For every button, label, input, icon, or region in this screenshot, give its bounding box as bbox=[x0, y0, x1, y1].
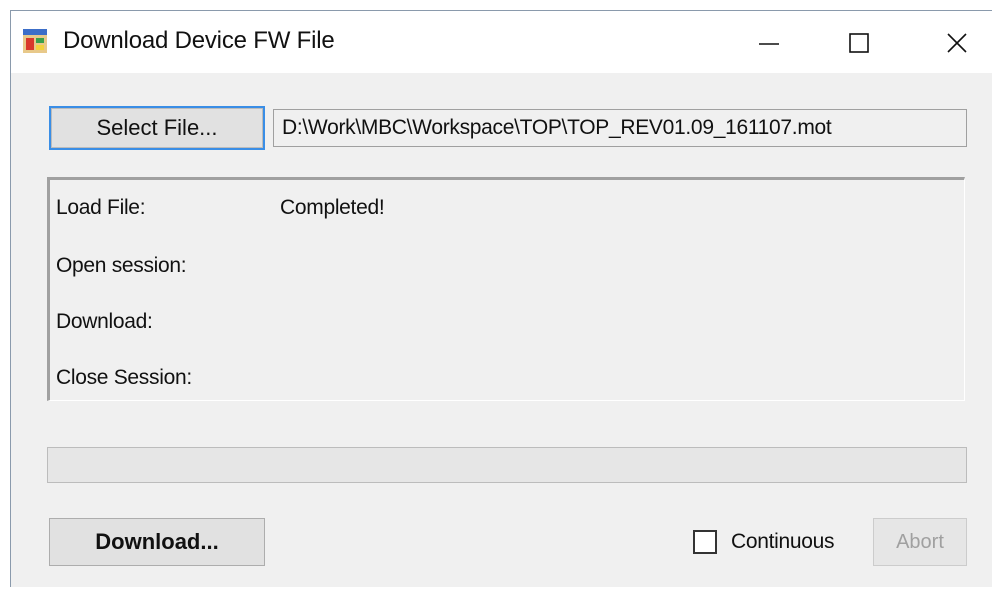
load-file-label: Load File: bbox=[56, 196, 146, 219]
close-icon bbox=[947, 33, 967, 53]
maximize-icon bbox=[849, 33, 869, 53]
minimize-button[interactable] bbox=[741, 21, 797, 65]
select-file-button[interactable]: Select File... bbox=[49, 106, 265, 150]
abort-button[interactable]: Abort bbox=[873, 518, 967, 566]
load-file-status: Completed! bbox=[280, 196, 385, 219]
dialog-client-area: Select File... Load File: Completed! Ope… bbox=[11, 73, 992, 587]
open-session-label: Open session: bbox=[56, 254, 187, 277]
download-fw-window: Download Device FW File Select File... L… bbox=[10, 10, 992, 587]
close-session-label: Close Session: bbox=[56, 366, 192, 389]
application-window-icon bbox=[23, 29, 47, 53]
continuous-checkbox[interactable] bbox=[693, 530, 717, 554]
progress-bar bbox=[47, 447, 967, 483]
continuous-option[interactable]: Continuous bbox=[693, 530, 835, 554]
minimize-icon bbox=[759, 43, 779, 45]
maximize-button[interactable] bbox=[831, 21, 887, 65]
title-bar[interactable]: Download Device FW File bbox=[11, 11, 992, 73]
status-panel: Load File: Completed! Open session: Down… bbox=[47, 177, 965, 401]
window-title: Download Device FW File bbox=[63, 27, 335, 54]
close-button[interactable] bbox=[929, 21, 985, 65]
download-button[interactable]: Download... bbox=[49, 518, 265, 566]
download-label: Download: bbox=[56, 310, 153, 333]
continuous-label: Continuous bbox=[731, 530, 835, 553]
file-path-field[interactable] bbox=[273, 109, 967, 147]
